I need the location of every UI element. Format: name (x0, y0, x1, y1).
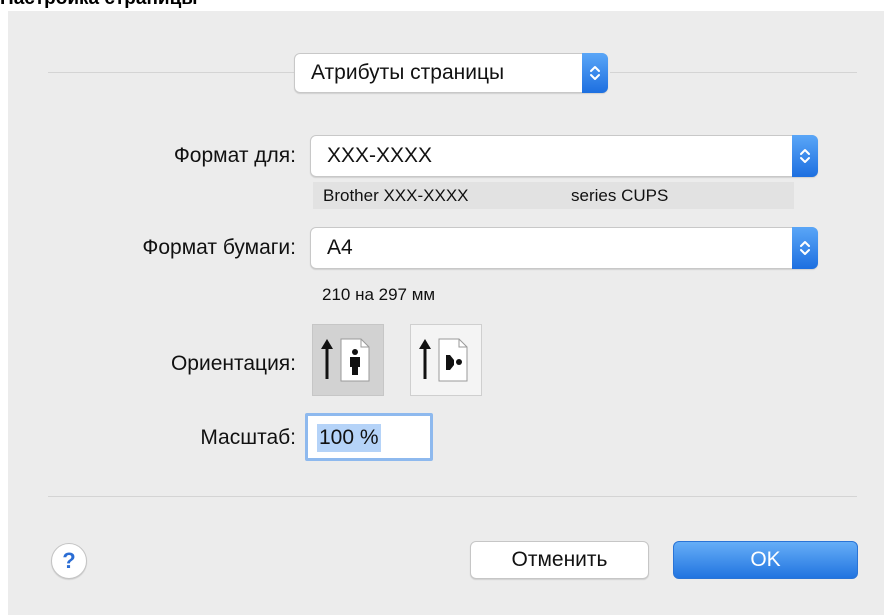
page-setup-page: Настройка страницы Атрибуты страницы Фор… (0, 0, 886, 615)
format-for-label: Формат для: (173, 144, 296, 167)
cancel-button[interactable]: Отменить (470, 541, 649, 579)
document-heading: Настройка страницы (0, 0, 198, 10)
scale-input[interactable]: 100 % (305, 413, 433, 461)
printer-description-series: series CUPS (571, 185, 669, 205)
top-separator-right (610, 72, 857, 73)
page-setup-dialog (8, 11, 884, 615)
help-button[interactable]: ? (51, 543, 87, 579)
paper-size-value: A4 (327, 236, 353, 259)
printer-description-box: Brother XXX-XXXX series CUPS (313, 182, 794, 209)
landscape-orientation-icon (419, 338, 468, 382)
section-selector-popup[interactable]: Атрибуты страницы (294, 53, 608, 93)
format-for-popup[interactable]: XXX-XXXX (310, 135, 818, 177)
section-selector-value: Атрибуты страницы (311, 61, 505, 84)
updown-chevron-icon (582, 53, 608, 93)
scale-label: Масштаб: (200, 426, 296, 449)
updown-chevron-icon (792, 135, 818, 177)
format-for-value: XXX-XXXX (327, 144, 433, 167)
updown-chevron-icon (792, 227, 818, 269)
orientation-label: Ориентация: (170, 352, 296, 375)
paper-dimensions: 210 на 297 мм (322, 285, 436, 304)
printer-description-brand: Brother XXX-XXXX (323, 185, 469, 205)
paper-size-label: Формат бумаги: (142, 236, 296, 259)
bottom-separator (48, 496, 857, 497)
question-mark-icon: ? (62, 548, 76, 573)
portrait-orientation-icon (321, 338, 370, 382)
scale-value: 100 % (317, 424, 381, 452)
paper-size-popup[interactable]: A4 (310, 227, 818, 269)
landscape-orientation-button[interactable] (410, 324, 482, 396)
portrait-orientation-button[interactable] (312, 324, 384, 396)
top-separator-left (48, 72, 294, 73)
ok-button[interactable]: OK (673, 541, 858, 579)
